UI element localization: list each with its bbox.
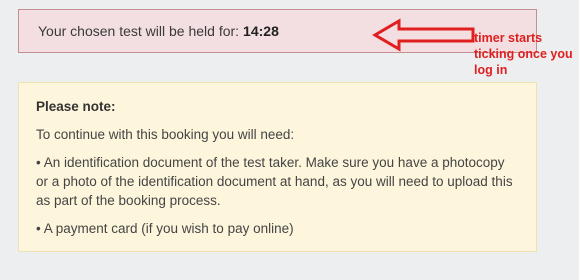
- timer-label: Your chosen test will be held for:: [38, 23, 240, 39]
- timer-value: 14:28: [243, 23, 279, 39]
- note-item-id-document: • An identification document of the test…: [36, 155, 513, 208]
- note-item-payment-card: • A payment card (if you wish to pay onl…: [36, 221, 294, 236]
- please-note-box: Please note: To continue with this booki…: [18, 82, 537, 252]
- note-intro: To continue with this booking you will n…: [36, 127, 295, 142]
- annotation-text: timer starts ticking once you log in: [474, 31, 573, 77]
- arrow-left-annotation: [372, 18, 475, 52]
- note-title: Please note:: [36, 99, 116, 114]
